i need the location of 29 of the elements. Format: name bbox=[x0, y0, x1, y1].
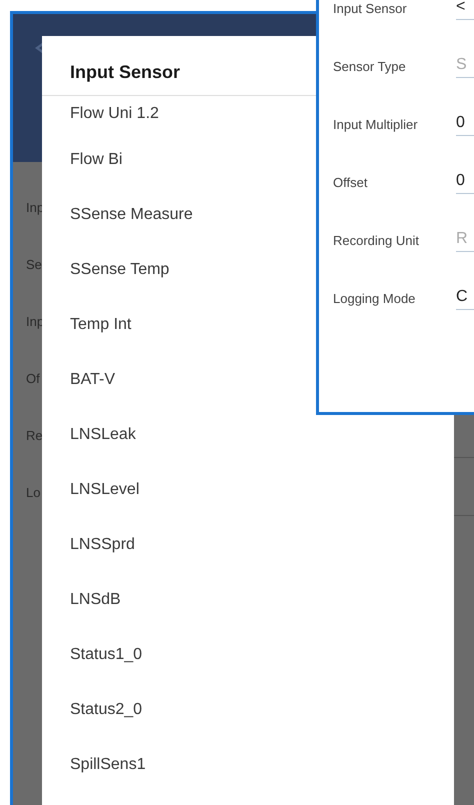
list-item[interactable]: BAT-V bbox=[70, 370, 116, 390]
list-item[interactable]: SpillSens1 bbox=[70, 754, 146, 774]
field-label: Offset bbox=[333, 175, 368, 191]
list-item[interactable]: Status2_0 bbox=[70, 700, 142, 720]
input-field[interactable]: S bbox=[456, 56, 474, 78]
list-item[interactable]: LNSLeak bbox=[70, 424, 136, 444]
list-item[interactable]: LNSLevel bbox=[70, 480, 140, 500]
list-item[interactable]: LNSSprd bbox=[70, 534, 135, 554]
field-label: Lo bbox=[26, 485, 40, 501]
input-field[interactable]: 0 bbox=[456, 172, 474, 194]
list-item[interactable]: Status1_0 bbox=[70, 644, 142, 664]
list-item[interactable]: Flow Bi bbox=[70, 150, 122, 170]
field-label: Sensor Type bbox=[333, 59, 407, 75]
field-label: Of bbox=[26, 371, 40, 387]
list-item[interactable]: SSense Measure bbox=[70, 204, 193, 224]
field-label: Recording Unit bbox=[333, 233, 420, 249]
field-label: Logging Mode bbox=[333, 291, 416, 307]
field-label: Input Multiplier bbox=[333, 117, 419, 133]
input-field[interactable]: < bbox=[456, 0, 474, 20]
input-field[interactable]: C bbox=[456, 288, 474, 310]
list-item[interactable]: Temp Int bbox=[70, 314, 132, 334]
input-field[interactable]: 0 bbox=[456, 114, 474, 136]
list-item[interactable]: SSense Temp bbox=[70, 260, 170, 280]
field-label: Input Sensor bbox=[333, 1, 408, 17]
list-item[interactable]: Flow Uni 1.2 bbox=[70, 104, 159, 124]
field-label: Se bbox=[26, 257, 42, 273]
list-item[interactable]: LNSdB bbox=[70, 590, 121, 610]
field-label: Re bbox=[26, 428, 43, 444]
input-field[interactable]: R bbox=[456, 230, 474, 252]
